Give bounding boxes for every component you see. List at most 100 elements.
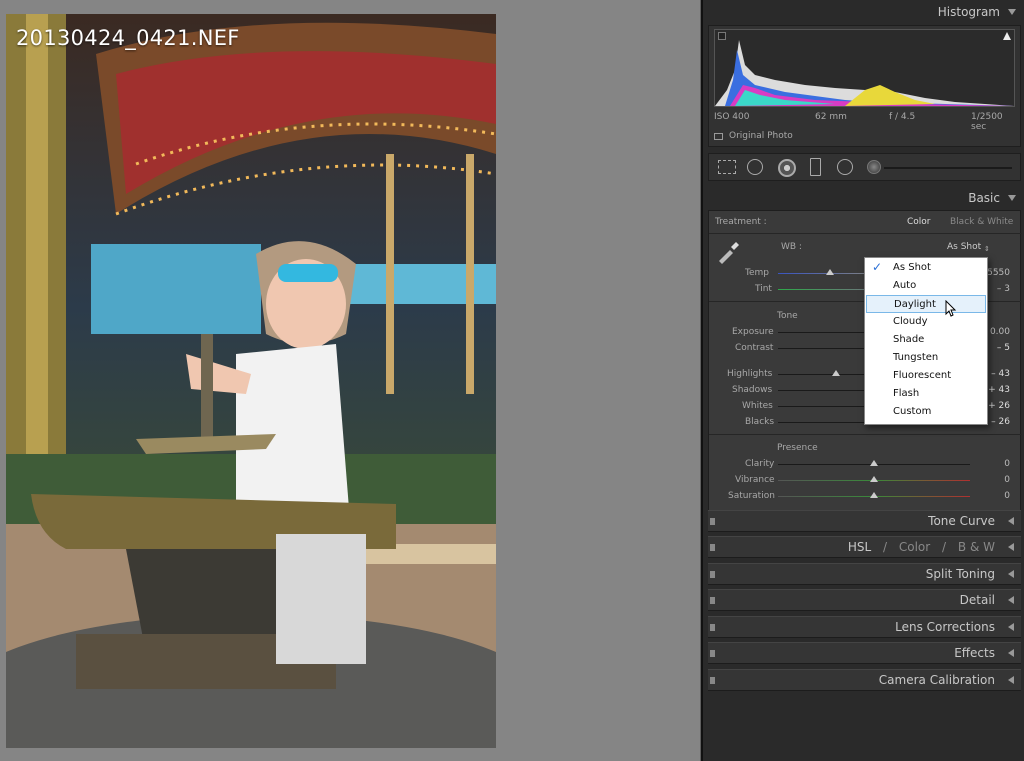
- spot-removal-icon[interactable]: [747, 159, 763, 175]
- iso-value: ISO 400: [714, 112, 750, 122]
- split-toning-title: Split Toning: [925, 567, 995, 581]
- histogram-header[interactable]: Histogram: [708, 0, 1021, 22]
- vibrance-slider-thumb[interactable]: [870, 476, 878, 482]
- wb-option-custom[interactable]: Custom: [866, 403, 986, 421]
- expand-triangle-icon[interactable]: [1008, 517, 1014, 525]
- hsl-tabs: HSL / Color / B & W: [848, 540, 995, 554]
- wb-dropdown-menu: ✓ As Shot Auto Daylight Cloudy Shade Tun…: [864, 257, 988, 425]
- tone-label: Tone: [777, 311, 798, 321]
- wb-option-as-shot[interactable]: ✓ As Shot: [866, 259, 986, 277]
- expand-triangle-icon[interactable]: [1008, 676, 1014, 684]
- red-eye-icon[interactable]: [778, 159, 796, 177]
- original-photo-label: Original Photo: [729, 131, 793, 141]
- exposure-label: Exposure: [732, 327, 774, 337]
- collapse-triangle-icon[interactable]: [1008, 9, 1016, 15]
- panel-switch-icon[interactable]: [710, 650, 715, 657]
- tone-curve-title: Tone Curve: [928, 514, 995, 528]
- clarity-label: Clarity: [745, 459, 775, 469]
- graduated-filter-icon[interactable]: [810, 158, 821, 176]
- histogram-panel: ISO 400 62 mm f / 4.5 1/2500 sec Origina…: [708, 25, 1021, 147]
- expand-triangle-icon[interactable]: [1008, 623, 1014, 631]
- tone-curve-header[interactable]: Tone Curve: [708, 510, 1021, 532]
- wb-select[interactable]: As Shot: [947, 242, 981, 252]
- treatment-bw-button[interactable]: Black & White: [950, 217, 1013, 227]
- radial-filter-icon[interactable]: [837, 159, 853, 175]
- expand-triangle-icon[interactable]: [1008, 596, 1014, 604]
- color-tab[interactable]: Color: [899, 540, 930, 554]
- lens-corrections-header[interactable]: Lens Corrections: [708, 616, 1021, 638]
- tint-label: Tint: [755, 284, 772, 294]
- whites-label: Whites: [742, 401, 773, 411]
- clarity-value[interactable]: 0: [980, 459, 1010, 469]
- split-toning-header[interactable]: Split Toning: [708, 563, 1021, 585]
- collapse-triangle-icon[interactable]: [1008, 195, 1016, 201]
- saturation-value[interactable]: 0: [980, 491, 1010, 501]
- blacks-label: Blacks: [745, 417, 775, 427]
- wb-select-arrows-icon: ⇕: [984, 245, 990, 253]
- saturation-label: Saturation: [728, 491, 775, 501]
- panel-switch-icon[interactable]: [710, 571, 715, 578]
- vibrance-value[interactable]: 0: [980, 475, 1010, 485]
- basic-header[interactable]: Basic: [708, 186, 1021, 208]
- detail-header[interactable]: Detail: [708, 589, 1021, 611]
- aperture-value: f / 4.5: [889, 112, 916, 122]
- highlight-clipping-icon[interactable]: [1003, 32, 1011, 40]
- treatment-color-button[interactable]: Color: [907, 217, 931, 227]
- original-photo-checkbox[interactable]: [714, 133, 723, 140]
- wb-option-daylight[interactable]: Daylight: [866, 295, 986, 313]
- panel-switch-icon[interactable]: [710, 677, 715, 684]
- tab-separator: /: [942, 540, 947, 554]
- wb-option-shade[interactable]: Shade: [866, 331, 986, 349]
- mouse-pointer-icon: [945, 300, 957, 317]
- wb-option-auto[interactable]: Auto: [866, 277, 986, 295]
- contrast-label: Contrast: [735, 343, 774, 353]
- wb-option-flash[interactable]: Flash: [866, 385, 986, 403]
- brush-slider-track[interactable]: [884, 167, 1012, 169]
- shadow-clipping-icon[interactable]: [718, 32, 726, 40]
- wb-option-fluorescent[interactable]: Fluorescent: [866, 367, 986, 385]
- check-icon: ✓: [872, 260, 883, 274]
- treatment-label: Treatment :: [715, 217, 767, 227]
- hsl-tab[interactable]: HSL: [848, 540, 871, 554]
- wb-option-cloudy[interactable]: Cloudy: [866, 313, 986, 331]
- panel-switch-icon[interactable]: [710, 597, 715, 604]
- crop-tool-icon[interactable]: [718, 160, 736, 174]
- effects-header[interactable]: Effects: [708, 642, 1021, 664]
- adjustment-brush-icon[interactable]: [867, 160, 881, 174]
- expand-triangle-icon[interactable]: [1008, 570, 1014, 578]
- photo-image: [6, 14, 496, 748]
- wb-eyedropper-icon[interactable]: [716, 238, 742, 264]
- shadows-label: Shadows: [732, 385, 773, 395]
- histogram-title: Histogram: [937, 5, 1000, 19]
- hsl-header[interactable]: HSL / Color / B & W: [708, 536, 1021, 558]
- focal-length-value: 62 mm: [815, 112, 847, 122]
- clarity-slider-thumb[interactable]: [870, 460, 878, 466]
- panel-switch-icon[interactable]: [710, 544, 715, 551]
- basic-title: Basic: [968, 191, 1000, 205]
- highlights-slider-thumb[interactable]: [832, 370, 840, 376]
- camera-calibration-title: Camera Calibration: [878, 673, 995, 687]
- shutter-value: 1/2500 sec: [971, 112, 1003, 132]
- lens-corrections-title: Lens Corrections: [895, 620, 995, 634]
- photo[interactable]: 20130424_0421.NEF: [6, 14, 496, 748]
- histogram-chart: [714, 29, 1015, 107]
- temp-slider-thumb[interactable]: [826, 269, 834, 275]
- tab-separator: /: [882, 540, 888, 554]
- panel-switch-icon[interactable]: [710, 518, 715, 525]
- presence-label: Presence: [777, 443, 818, 453]
- expand-triangle-icon[interactable]: [1008, 649, 1014, 657]
- filename-label: 20130424_0421.NEF: [16, 26, 240, 50]
- wb-option-tungsten[interactable]: Tungsten: [866, 349, 986, 367]
- saturation-slider-thumb[interactable]: [870, 492, 878, 498]
- camera-calibration-header[interactable]: Camera Calibration: [708, 669, 1021, 691]
- tool-strip: [708, 153, 1021, 181]
- panel-switch-icon[interactable]: [710, 624, 715, 631]
- temp-label: Temp: [745, 268, 769, 278]
- image-canvas: 20130424_0421.NEF: [0, 0, 700, 761]
- highlights-label: Highlights: [727, 369, 773, 379]
- bw-tab[interactable]: B & W: [958, 540, 995, 554]
- expand-triangle-icon[interactable]: [1008, 543, 1014, 551]
- detail-title: Detail: [959, 593, 995, 607]
- wb-label: WB :: [781, 242, 802, 252]
- effects-title: Effects: [954, 646, 995, 660]
